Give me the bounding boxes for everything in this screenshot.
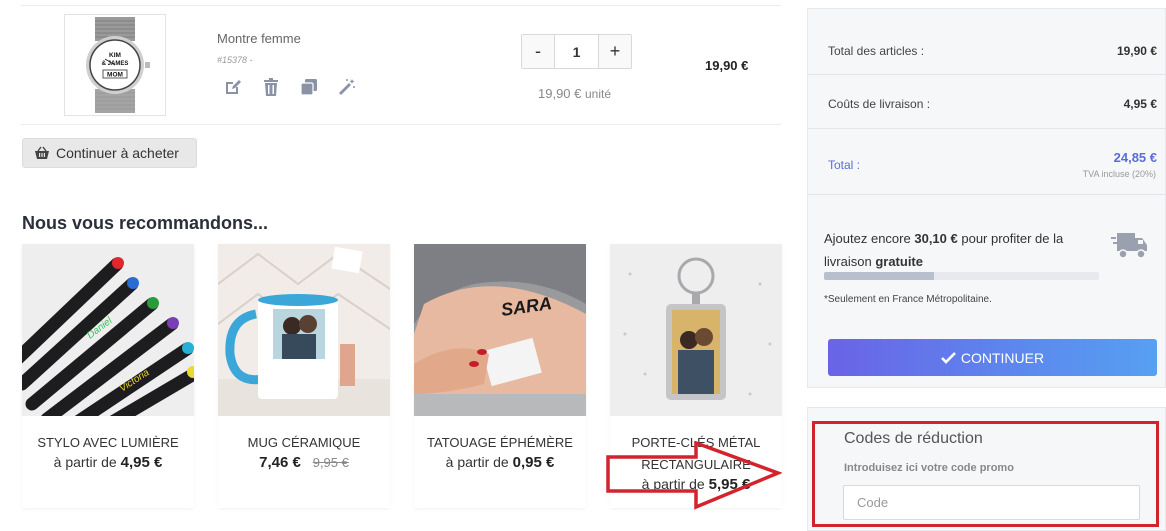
divider xyxy=(808,74,1166,75)
shipping-label: Coûts de livraison : xyxy=(828,97,931,111)
product-name: Montre femme xyxy=(217,31,301,46)
total-value: 24,85 € xyxy=(1113,150,1157,165)
watch-image: KIM & JAMES MOM xyxy=(86,17,150,113)
svg-text:MOM: MOM xyxy=(107,72,123,79)
recommendation-name: TATOUAGE ÉPHÉMÈRE xyxy=(427,435,573,450)
recommendation-card[interactable]: SARA TATOUAGE ÉPHÉMÈRE à partir de 0,95 … xyxy=(414,244,586,508)
free-shipping-amount: 30,10 € xyxy=(914,231,958,246)
recommendation-card[interactable]: MUG CÉRAMIQUE 7,46 € 9,95 € xyxy=(218,244,390,508)
recommendation-price: à partir de 0,95 € xyxy=(414,454,586,471)
total-label: Total : xyxy=(828,158,861,172)
product-image-pens: Daniel Victoria xyxy=(22,244,194,416)
price-value: 5,95 € xyxy=(708,476,751,493)
discount-panel: Codes de réduction Introduisez ici votre… xyxy=(807,407,1166,531)
free-shipping-progress xyxy=(824,272,1099,280)
old-price: 9,95 € xyxy=(312,455,349,470)
price-value: 0,95 € xyxy=(512,454,555,471)
delivery-truck-icon xyxy=(1111,233,1147,259)
free-shipping-progress-fill xyxy=(824,272,934,280)
tva-note: TVA incluse (20%) xyxy=(1082,169,1156,179)
shipping-row: Coûts de livraison : 4,95 € xyxy=(828,97,1157,111)
recommendation-name-line1: PORTE-CLÉS MÉTAL xyxy=(631,435,761,450)
recommendation-price: à partir de 5,95 € xyxy=(610,476,782,493)
recommendation-card[interactable]: Daniel Victoria STYLO AVEC LUMIÈRE à par… xyxy=(22,244,194,508)
product-image-mug xyxy=(218,244,390,416)
discount-subtitle: Introduisez ici votre code promo xyxy=(844,462,1014,474)
magic-wand-icon[interactable] xyxy=(337,77,357,97)
continue-shopping-label: Continuer à acheter xyxy=(56,145,179,161)
quantity-stepper: - 1 + xyxy=(521,34,632,69)
svg-text:KIM: KIM xyxy=(109,52,121,59)
continue-checkout-label: CONTINUER xyxy=(960,349,1045,366)
recommendation-name: MUG CÉRAMIQUE xyxy=(247,435,361,450)
trash-icon[interactable] xyxy=(261,77,281,97)
continue-shopping-button[interactable]: Continuer à acheter xyxy=(22,138,197,168)
product-reference: #15378 - xyxy=(217,55,253,65)
shipping-value: 4,95 € xyxy=(1123,97,1157,111)
order-summary: Total des articles : 19,90 € Coûts de li… xyxy=(807,8,1166,388)
price-value: 7,46 € xyxy=(259,454,301,471)
svg-text:& JAMES: & JAMES xyxy=(102,61,129,67)
product-image-tattoo: SARA xyxy=(414,244,586,416)
free-shipping-before: Ajoutez encore xyxy=(824,231,911,246)
recommendations-title: Nous vous recommandons... xyxy=(22,213,269,233)
divider xyxy=(808,128,1166,129)
discount-title: Codes de réduction xyxy=(844,430,983,447)
product-image-keychain xyxy=(610,244,782,416)
item-actions xyxy=(223,77,357,97)
recommendation-card[interactable]: PORTE-CLÉS MÉTAL RECTANGULAIRE à partir … xyxy=(610,244,782,508)
items-total-row: Total des articles : 19,90 € xyxy=(828,44,1157,58)
basket-icon xyxy=(35,146,49,159)
recommendation-price: à partir de 4,95 € xyxy=(22,454,194,471)
line-total: 19,90 € xyxy=(705,58,749,73)
quantity-increase-button[interactable]: + xyxy=(598,35,631,68)
price-prefix: à partir de xyxy=(641,476,705,492)
unit-label: unité xyxy=(585,87,612,101)
items-total-value: 19,90 € xyxy=(1116,44,1157,58)
continue-checkout-button[interactable]: CONTINUER xyxy=(828,339,1157,376)
metro-note: *Seulement en France Métropolitaine. xyxy=(824,294,992,305)
divider xyxy=(808,194,1166,195)
check-icon xyxy=(940,351,956,364)
quantity-decrease-button[interactable]: - xyxy=(522,35,555,68)
quantity-value[interactable]: 1 xyxy=(555,35,598,68)
cart-item-row: KIM & JAMES MOM Montre femme #15378 - - … xyxy=(21,5,781,125)
unit-price: 19,90 € unité xyxy=(538,86,611,101)
recommendation-price: 7,46 € 9,95 € xyxy=(218,454,390,471)
promo-code-input[interactable] xyxy=(843,485,1140,520)
price-prefix: à partir de xyxy=(53,454,117,470)
product-thumbnail[interactable]: KIM & JAMES MOM xyxy=(64,14,166,116)
free-shipping-message: Ajoutez encore 30,10 € pour profiter de … xyxy=(824,227,1109,273)
unit-price-value: 19,90 € xyxy=(538,86,582,101)
recommendation-name-line2: RECTANGULAIRE xyxy=(641,457,751,472)
recommendation-name: STYLO AVEC LUMIÈRE xyxy=(37,435,179,450)
items-total-label: Total des articles : xyxy=(828,44,925,58)
price-prefix: à partir de xyxy=(445,454,509,470)
recommendation-name: PORTE-CLÉS MÉTAL RECTANGULAIRE xyxy=(610,432,782,476)
edit-icon[interactable] xyxy=(223,77,243,97)
duplicate-icon[interactable] xyxy=(299,77,319,97)
free-shipping-word: gratuite xyxy=(875,254,923,269)
price-value: 4,95 € xyxy=(120,454,163,471)
